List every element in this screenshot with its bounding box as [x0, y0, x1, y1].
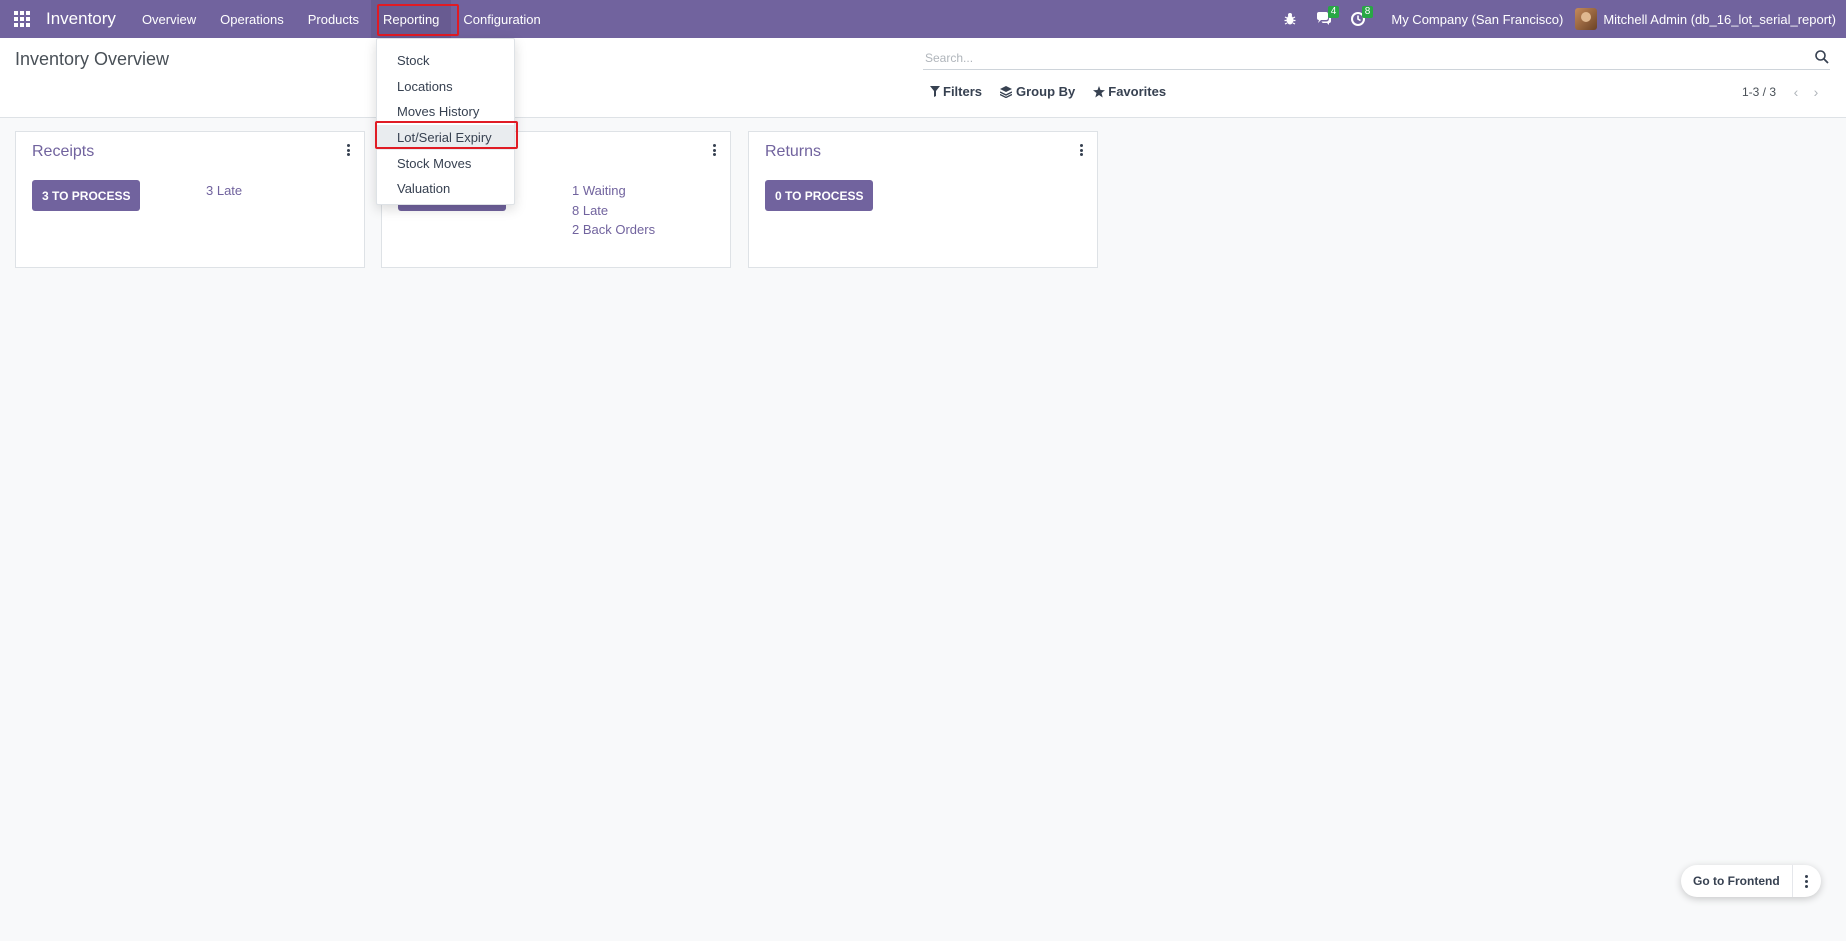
stat-waiting[interactable]: 1 Waiting: [572, 181, 655, 201]
stat-back-orders[interactable]: 2 Back Orders: [572, 220, 655, 240]
menu-products[interactable]: Products: [296, 0, 371, 38]
messages-badge: 4: [1327, 6, 1340, 18]
card-title[interactable]: Returns: [765, 143, 821, 161]
dropdown-item-lot-serial-expiry[interactable]: Lot/Serial Expiry: [377, 124, 514, 151]
card-options-icon[interactable]: [1077, 142, 1085, 158]
user-name: Mitchell Admin (db_16_lot_serial_report): [1603, 11, 1836, 27]
frontend-button-group: Go to Frontend: [1681, 865, 1821, 897]
layers-icon: [1000, 85, 1013, 98]
top-navbar: Inventory Overview Operations Products R…: [0, 0, 1846, 38]
card-stats: 1 Waiting 8 Late 2 Back Orders: [572, 181, 655, 240]
frontend-options-icon[interactable]: [1793, 865, 1821, 897]
activities-clock-icon[interactable]: 8: [1341, 0, 1375, 38]
go-to-frontend-button[interactable]: Go to Frontend: [1681, 865, 1793, 897]
filters-button[interactable]: Filters: [930, 84, 982, 99]
pager-next-icon[interactable]: ›: [1806, 84, 1826, 100]
dropdown-item-stock[interactable]: Stock: [377, 48, 514, 74]
page-title: Inventory Overview: [15, 49, 170, 69]
avatar: [1575, 8, 1598, 30]
stat-late[interactable]: 3 Late: [206, 181, 242, 201]
search-icon[interactable]: [1814, 49, 1830, 65]
control-panel: Inventory Overview Filters Group By Favo…: [0, 38, 1846, 118]
search-options-bar: Filters Group By Favorites: [930, 84, 1184, 99]
activities-badge: 8: [1361, 6, 1374, 18]
favorites-label: Favorites: [1108, 84, 1167, 99]
dropdown-item-stock-moves[interactable]: Stock Moves: [377, 150, 514, 176]
debug-bug-icon[interactable]: [1273, 0, 1307, 38]
card-options-icon[interactable]: [344, 142, 352, 158]
returns-card: Returns 0 TO PROCESS: [748, 131, 1098, 268]
pager: 1-3 / 3 ‹ ›: [1742, 84, 1826, 100]
apps-menu-icon[interactable]: [0, 0, 44, 38]
menu-overview[interactable]: Overview: [130, 0, 208, 38]
to-process-button[interactable]: 3 TO PROCESS: [32, 180, 141, 211]
search-box[interactable]: [923, 46, 1830, 70]
menu-configuration[interactable]: Configuration: [451, 0, 552, 38]
card-stats: 3 Late: [206, 181, 242, 201]
to-process-button[interactable]: 0 TO PROCESS: [765, 180, 874, 211]
group-by-button[interactable]: Group By: [1000, 84, 1075, 99]
group-by-label: Group By: [1016, 84, 1076, 99]
menu-operations[interactable]: Operations: [208, 0, 296, 38]
dropdown-item-locations[interactable]: Locations: [377, 74, 514, 100]
messages-chat-icon[interactable]: 4: [1307, 0, 1341, 38]
app-brand[interactable]: Inventory: [44, 9, 118, 29]
user-menu[interactable]: Mitchell Admin (db_16_lot_serial_report): [1575, 8, 1846, 30]
dropdown-item-moves-history[interactable]: Moves History: [377, 99, 514, 125]
stat-late[interactable]: 8 Late: [572, 201, 655, 221]
star-icon: [1093, 85, 1106, 97]
pager-previous-icon[interactable]: ‹: [1786, 84, 1806, 100]
reporting-dropdown: Stock Locations Moves History Lot/Serial…: [376, 38, 515, 205]
dropdown-item-valuation[interactable]: Valuation: [377, 176, 514, 202]
company-switcher[interactable]: My Company (San Francisco): [1375, 12, 1575, 27]
card-options-icon[interactable]: [710, 142, 718, 158]
pager-value[interactable]: 1-3 / 3: [1742, 85, 1776, 99]
search-input[interactable]: [923, 50, 1830, 65]
receipts-card: Receipts 3 TO PROCESS 3 Late: [15, 131, 365, 268]
filter-funnel-icon: [930, 86, 940, 97]
favorites-button[interactable]: Favorites: [1093, 84, 1166, 99]
card-title[interactable]: Receipts: [32, 143, 94, 161]
filters-label: Filters: [943, 84, 983, 99]
menu-reporting[interactable]: Reporting: [371, 0, 452, 38]
